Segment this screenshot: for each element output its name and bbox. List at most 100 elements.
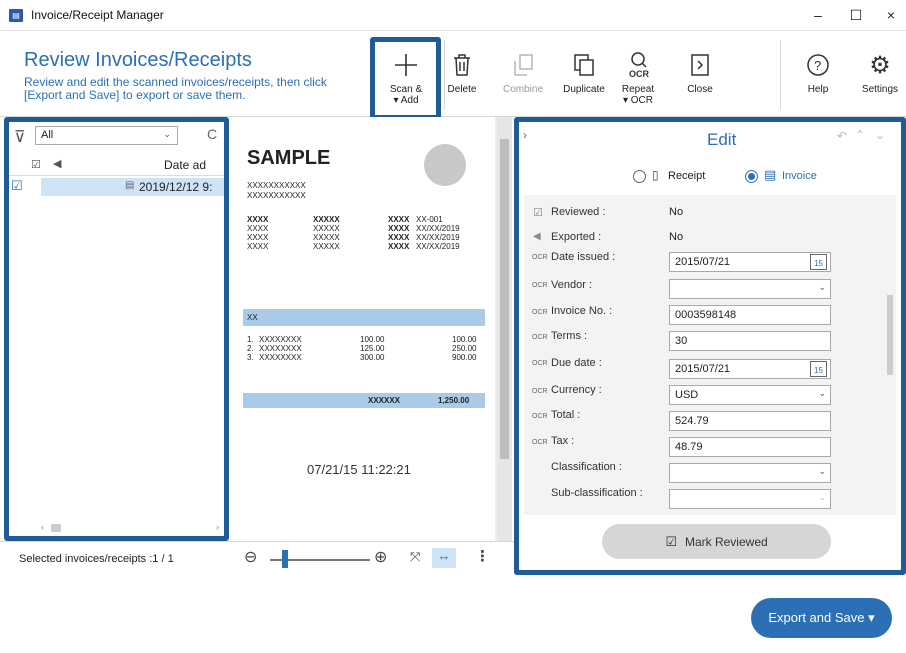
currency-label: Currency : <box>551 384 602 396</box>
due-date-label: Due date : <box>551 357 602 369</box>
row-checkbox[interactable]: ☑ <box>11 178 31 196</box>
receipt-radio[interactable] <box>633 170 646 183</box>
terms-field[interactable]: 30 <box>669 331 831 351</box>
edit-form: ☑ Reviewed : No ◀ Exported : No OCR Date… <box>524 195 896 515</box>
form-scrollbar[interactable] <box>887 295 893 375</box>
collapse-chevron-icon[interactable]: › <box>523 128 527 142</box>
svg-text:?: ? <box>814 58 821 73</box>
logo-placeholder <box>424 144 466 186</box>
calendar-icon[interactable]: 15 <box>810 254 827 270</box>
status-bar: Selected invoices/receipts :1 / 1 ⊖ ⊕ ⤧ … <box>0 541 514 575</box>
row-date: 2019/12/12 9: <box>139 180 213 194</box>
duplicate-button[interactable]: Duplicate <box>560 50 608 95</box>
horizontal-scrollbar[interactable]: ‹ › <box>41 522 219 534</box>
tax-label: Tax : <box>551 435 575 447</box>
doc-total-band: XXXXXX 1,250.00 <box>243 393 485 408</box>
chevron-up-icon[interactable]: ⌃ <box>855 128 865 142</box>
vertical-scrollbar[interactable] <box>497 117 512 541</box>
ocr-icon: OCR <box>532 439 548 446</box>
receipt-icon: ▯ <box>652 168 659 182</box>
sub-classification-select[interactable]: ⌄ <box>669 489 831 509</box>
scan-add-button[interactable]: Scan & ▾ Add <box>378 50 434 106</box>
doc-band: XX <box>243 309 485 326</box>
vendor-label: Vendor : <box>551 279 592 291</box>
zoom-in-icon[interactable]: ⊕ <box>374 547 387 567</box>
settings-button[interactable]: ⚙ Settings <box>857 50 903 96</box>
calendar-icon[interactable]: 15 <box>810 361 827 377</box>
edit-panel: › Edit ↶ ⌃ ⌄ ▯ Receipt ▤ Invoice ☑ Revie… <box>514 117 906 575</box>
zoom-out-icon[interactable]: ⊖ <box>244 547 257 567</box>
combine-button[interactable]: Combine <box>500 50 546 95</box>
chevron-down-icon[interactable]: ⌄ <box>875 128 885 142</box>
invoice-radio[interactable] <box>745 170 758 183</box>
maximize-button[interactable]: ☐ <box>836 0 876 31</box>
title-bar: ▤ Invoice/Receipt Manager – ☐ × <box>0 0 906 31</box>
close-window-button[interactable]: × <box>871 0 906 31</box>
selection-count: Selected invoices/receipts :1 / 1 <box>19 553 174 565</box>
plus-icon <box>378 50 434 80</box>
help-icon: ? <box>800 50 836 80</box>
fit-page-icon[interactable]: ⤧ <box>410 549 420 565</box>
zoom-slider-thumb[interactable] <box>282 550 288 568</box>
vendor-select[interactable]: ⌄ <box>669 279 831 299</box>
filter-select[interactable]: All ⌄ <box>35 126 178 145</box>
invoice-list-panel: ⊽ All ⌄ C ☑ ◀ Date ad ☑ ▤ 2019/12/12 9: … <box>4 117 229 541</box>
tax-field[interactable]: 48.79 <box>669 437 831 457</box>
exported-column-icon[interactable]: ◀ <box>53 157 61 170</box>
invoice-no-field[interactable]: 0003598148 <box>669 305 831 325</box>
repeat-ocr-button[interactable]: OCR Repeat ▾ OCR <box>617 50 659 106</box>
table-row[interactable]: ▤ 2019/12/12 9: <box>41 178 224 196</box>
invoice-label: Invoice <box>782 170 817 182</box>
duplicate-icon <box>560 50 608 80</box>
total-label: Total : <box>551 409 581 421</box>
chevron-down-icon: ⌄ <box>818 282 826 292</box>
classification-label: Classification : <box>551 461 622 473</box>
close-button[interactable]: Close <box>682 50 718 95</box>
chevron-down-icon: ⌄ <box>818 466 826 476</box>
edit-title: Edit <box>707 130 737 149</box>
more-options-icon[interactable]: ⋮ <box>475 547 490 565</box>
document-page: SAMPLE XXXXXXXXXXX XXXXXXXXXXX XXXX XXXXX… <box>233 117 495 462</box>
reviewed-column-icon[interactable]: ☑ <box>31 158 41 171</box>
document-viewer[interactable]: SAMPLE XXXXXXXXXXX XXXXXXXXXXX XXXX XXXXX… <box>233 117 512 541</box>
ocr-search-icon: OCR <box>617 50 659 80</box>
filter-icon[interactable]: ⊽ <box>14 127 26 147</box>
trash-icon <box>444 50 480 80</box>
page-title: Review Invoices/Receipts <box>24 49 252 71</box>
window-title: Invoice/Receipt Manager <box>31 8 164 22</box>
search-icon[interactable]: C <box>207 126 217 142</box>
invoice-icon: ▤ <box>125 180 135 191</box>
help-button[interactable]: ? Help <box>800 50 836 95</box>
chevron-down-icon: ⌄ <box>818 388 826 398</box>
checkbox-icon: ☑ <box>665 534 677 549</box>
ocr-icon: OCR <box>532 413 548 420</box>
delete-button[interactable]: Delete <box>444 50 480 95</box>
reviewed-label: Reviewed : <box>551 206 606 218</box>
doc-line: XXXXXXXXXXX <box>247 181 306 190</box>
fit-width-icon[interactable]: ↔ <box>432 548 456 568</box>
reviewed-value: No <box>669 206 684 218</box>
ocr-icon: OCR <box>532 254 548 261</box>
undo-icon[interactable]: ↶ <box>837 129 847 143</box>
reviewed-icon: ☑ <box>533 207 543 219</box>
svg-text:OCR: OCR <box>629 69 650 79</box>
classification-select[interactable]: ⌄ <box>669 463 831 483</box>
sub-classification-label: Sub-classification : <box>551 487 643 499</box>
export-and-save-button[interactable]: Export and Save ▾ <box>751 598 892 638</box>
terms-label: Terms : <box>551 330 588 342</box>
due-date-field[interactable]: 2015/07/21 15 <box>669 359 831 379</box>
exported-label: Exported : <box>551 231 602 243</box>
total-field[interactable]: 524.79 <box>669 411 831 431</box>
mark-reviewed-button[interactable]: ☑ Mark Reviewed <box>602 524 831 559</box>
chevron-down-icon: ⌄ <box>163 129 171 139</box>
currency-select[interactable]: USD ⌄ <box>669 385 831 405</box>
minimize-button[interactable]: – <box>798 0 838 31</box>
date-column-header[interactable]: Date ad <box>164 158 206 172</box>
app-icon: ▤ <box>9 9 23 22</box>
date-issued-field[interactable]: 2015/07/21 15 <box>669 252 831 272</box>
chevron-down-icon: ⌄ <box>818 492 826 502</box>
combine-icon <box>500 50 546 80</box>
ocr-icon: OCR <box>532 309 548 316</box>
list-header: ☑ ◀ Date ad <box>9 152 224 176</box>
doc-line: XXXXXXXXXXX <box>247 191 306 200</box>
